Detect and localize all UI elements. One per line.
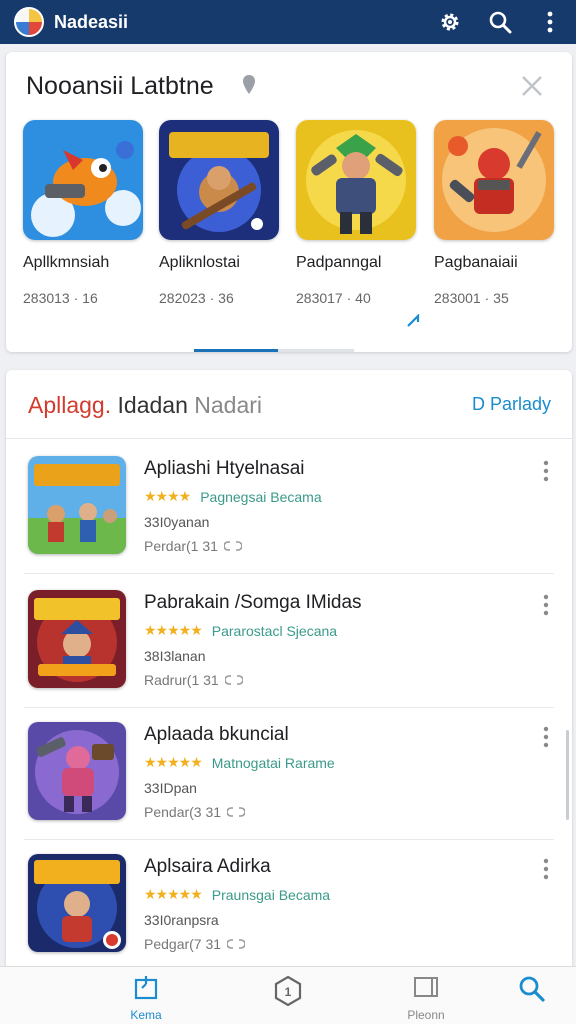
star-rating-icon: ★★★★★ (144, 886, 203, 902)
bottom-nav: Kema 1 Pleonn (0, 966, 576, 1024)
list-item-rating: ★★★★★ Matnogatai Rarame (144, 754, 335, 771)
list-item-size: 38I3lanan (144, 648, 206, 664)
list-item-image (28, 456, 126, 554)
app-bar: Nadeasii (0, 0, 576, 44)
download-arrow-icon (406, 313, 420, 333)
list-item-title: Aplaada bkuncial (144, 724, 289, 745)
list-title-part1: Apllagg. (28, 392, 112, 418)
featured-app-1[interactable]: Apllkmnsiah 283013 · 16 (23, 120, 147, 306)
list-item-image (28, 722, 126, 820)
featured-app-3-name: Padpanngal (296, 254, 382, 271)
list-title-part3: Nadari (194, 392, 263, 418)
more-vert-icon[interactable] (542, 594, 550, 621)
close-icon[interactable] (520, 74, 544, 103)
link-chain-icon (227, 939, 246, 949)
app-list-card: Apllagg. Idadan Nadari D Parlady Apliash… (6, 370, 572, 970)
list-item-size: 33I0ranpsra (144, 912, 219, 928)
search-icon (519, 976, 545, 1002)
featured-app-4[interactable]: Pagbanaiaii 283001 · 35 (434, 120, 558, 306)
featured-app-3[interactable]: Padpanngal 283017 · 40 (296, 120, 420, 306)
featured-app-2-name: Apliknlostai (159, 254, 240, 271)
list-title-part2: Idadan (117, 392, 188, 418)
featured-app-4-name: Pagbanaiaii (434, 254, 518, 271)
list-item-image (28, 854, 126, 952)
featured-app-1-name: Apllkmnsiah (23, 254, 110, 271)
app-title: Nadeasii (54, 11, 129, 32)
more-vert-icon[interactable] (542, 858, 550, 885)
list-item[interactable]: Aplsaira Adirka ★★★★★ Praunsgai Becama 3… (6, 838, 572, 972)
list-item-meta: Perdar(1 31 (144, 538, 242, 554)
carousel-indicator-active (194, 349, 278, 352)
featured-app-2[interactable]: Apliknlostai 282023 · 36 (159, 120, 283, 306)
featured-app-3-image (296, 120, 416, 240)
nav-library-label: Pleonn (407, 1008, 445, 1022)
carousel-indicator (194, 349, 354, 352)
list-item-meta-text: Pendar(3 31 (144, 804, 222, 820)
list-item-rating: ★★★★★ Praunsgai Becama (144, 886, 330, 903)
nav-home-label: Kema (130, 1008, 162, 1022)
link-chain-icon (224, 675, 243, 685)
list-item[interactable]: Aplaada bkuncial ★★★★★ Matnogatai Rarame… (6, 706, 572, 840)
featured-card: Nooansii Latbtne Apllkmnsiah 283013 · 16… (6, 52, 572, 352)
list-item-category: Pagnegsai Becama (200, 488, 322, 505)
more-vert-icon[interactable] (542, 460, 550, 487)
list-title: Apllagg. Idadan Nadari (28, 392, 262, 419)
app-bar-actions (438, 10, 562, 34)
list-item[interactable]: Pabrakain /Somga IMidas ★★★★★ Pararostac… (6, 574, 572, 708)
settings-gear-icon[interactable] (438, 10, 462, 34)
more-vert-icon[interactable] (542, 726, 550, 753)
star-rating-icon: ★★★★ (144, 488, 191, 504)
featured-app-1-date: 283013 · 16 (23, 290, 98, 306)
updates-shield-icon: 1 (274, 975, 302, 1007)
more-vert-icon[interactable] (538, 10, 562, 34)
list-item-image (28, 590, 126, 688)
star-rating-icon: ★★★★★ (144, 754, 203, 770)
nav-library[interactable]: Pleonn (386, 975, 466, 1022)
list-item-category: Praunsgai Becama (211, 886, 331, 903)
list-item[interactable]: Apliashi Htyelnasai ★★★★ Pagnegsai Becam… (6, 440, 572, 574)
featured-app-1-image (23, 120, 143, 240)
nav-updates[interactable]: 1 (248, 975, 328, 1014)
nav-home[interactable]: Kema (106, 975, 186, 1022)
link-chain-icon (223, 541, 242, 551)
featured-app-4-image (434, 120, 554, 240)
list-divider (6, 438, 572, 439)
library-icon (414, 977, 438, 997)
list-item-rating: ★★★★ Pagnegsai Becama (144, 488, 322, 505)
featured-app-4-date: 283001 · 35 (434, 290, 509, 306)
home-icon (134, 976, 158, 1000)
list-item-category: Pararostacl Sjecana (211, 622, 338, 639)
list-item-rating: ★★★★★ Pararostacl Sjecana (144, 622, 337, 639)
featured-app-2-image (159, 120, 279, 240)
featured-title: Nooansii Latbtne (26, 72, 214, 100)
pin-icon (242, 74, 256, 101)
list-item-title: Apliashi Htyelnasai (144, 458, 305, 479)
list-item-meta-text: Perdar(1 31 (144, 538, 218, 554)
list-item-meta: Radrur(1 31 (144, 672, 243, 688)
app-logo (14, 7, 44, 37)
svg-text:1: 1 (285, 985, 292, 999)
link-chain-icon (227, 807, 246, 817)
list-item-size: 33IDpan (144, 780, 197, 796)
list-more-link[interactable]: D Parlady (472, 394, 551, 415)
featured-app-2-date: 282023 · 36 (159, 290, 234, 306)
featured-app-3-date: 283017 · 40 (296, 290, 371, 306)
list-item-meta: Pendar(3 31 (144, 804, 246, 820)
list-item-meta-text: Pedgar(7 31 (144, 936, 222, 952)
scrollbar[interactable] (566, 730, 569, 820)
list-item-meta-text: Radrur(1 31 (144, 672, 219, 688)
search-icon[interactable] (488, 10, 512, 34)
star-rating-icon: ★★★★★ (144, 622, 203, 638)
list-item-category: Matnogatai Rarame (211, 754, 335, 771)
nav-search[interactable] (492, 975, 572, 1010)
list-item-title: Pabrakain /Somga IMidas (144, 592, 362, 613)
list-item-title: Aplsaira Adirka (144, 856, 271, 877)
list-item-size: 33I0yanan (144, 514, 210, 530)
list-item-meta: Pedgar(7 31 (144, 936, 246, 952)
